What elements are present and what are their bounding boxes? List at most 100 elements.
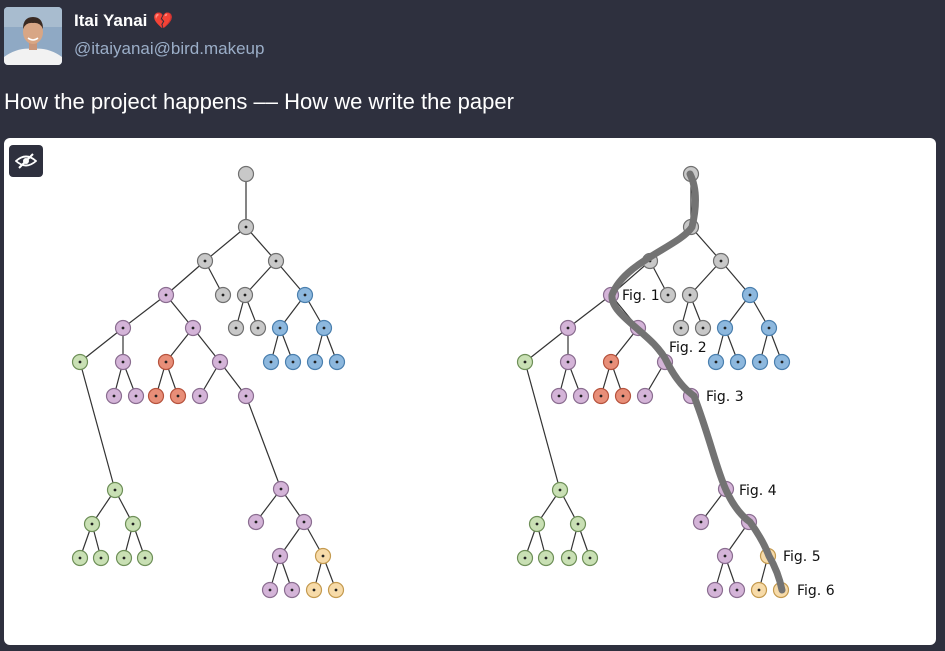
tree-node-dot bbox=[322, 326, 326, 330]
tree-node-dot bbox=[121, 326, 125, 330]
tree-node-dot bbox=[735, 588, 739, 592]
tree-node-dot bbox=[243, 293, 247, 297]
fig-label: Fig. 6 bbox=[797, 583, 835, 599]
tree-node-dot bbox=[218, 360, 222, 364]
tree-node-dot bbox=[535, 522, 539, 526]
tree-node-dot bbox=[736, 360, 740, 364]
tree-node-dot bbox=[78, 360, 82, 364]
tree-node-dot bbox=[701, 326, 705, 330]
fig-label: Fig. 1 bbox=[622, 288, 660, 304]
tree-node-dot bbox=[609, 360, 613, 364]
tree-node-dot bbox=[234, 326, 238, 330]
tree-node-dot bbox=[566, 326, 570, 330]
tree-node-dot bbox=[269, 360, 273, 364]
tree-node-dot bbox=[244, 225, 248, 229]
tree-node-dot bbox=[244, 394, 248, 398]
tree-node-dot bbox=[558, 488, 562, 492]
tree-node-dot bbox=[666, 293, 670, 297]
tree-node-dot bbox=[122, 556, 126, 560]
tree-node-dot bbox=[143, 556, 147, 560]
tree-node-dot bbox=[134, 394, 138, 398]
avatar[interactable] bbox=[4, 7, 62, 65]
project-tree-left bbox=[71, 165, 346, 599]
broken-heart-emoji: 💔 bbox=[153, 13, 174, 30]
tree-node-dot bbox=[113, 488, 117, 492]
tree-edge bbox=[567, 294, 612, 329]
tree-node-dot bbox=[723, 326, 727, 330]
tree-node-dot bbox=[291, 360, 295, 364]
tree-node-dot bbox=[523, 360, 527, 364]
tree-node-dot bbox=[748, 293, 752, 297]
tree-node-dot bbox=[780, 360, 784, 364]
tree-node-dot bbox=[198, 394, 202, 398]
tree-node-dot bbox=[203, 259, 207, 263]
tree-node-dot bbox=[90, 522, 94, 526]
tree-node-dot bbox=[191, 326, 195, 330]
tree-edge bbox=[122, 294, 167, 329]
post-text: How the project happens –– How we write … bbox=[4, 89, 514, 114]
tree-node-dot bbox=[758, 360, 762, 364]
paper-tree-right bbox=[516, 165, 791, 599]
tree-node-dot bbox=[278, 554, 282, 558]
tree-node bbox=[237, 165, 255, 183]
tree-node-dot bbox=[313, 360, 317, 364]
tree-node-dot bbox=[99, 556, 103, 560]
tree-node-dot bbox=[256, 326, 260, 330]
tree-node-dot bbox=[121, 360, 125, 364]
tree-node-dot bbox=[302, 520, 306, 524]
fig-label: Fig. 5 bbox=[783, 549, 821, 565]
tree-node-dot bbox=[312, 588, 316, 592]
tree-node-dot bbox=[268, 588, 272, 592]
figure-illustration: Fig. 1 Fig. 2 Fig. 3 Fig. 4 Fig. 5 Fig. 6 bbox=[71, 165, 835, 599]
tree-node-dot bbox=[112, 394, 116, 398]
tree-node-dot bbox=[567, 556, 571, 560]
tree-node-dot bbox=[723, 554, 727, 558]
tree-node-dot bbox=[714, 360, 718, 364]
hide-media-button[interactable] bbox=[9, 145, 43, 177]
tree-node-dot bbox=[303, 293, 307, 297]
tree-node-dot bbox=[154, 394, 158, 398]
tree-node-dot bbox=[335, 360, 339, 364]
tree-node-dot bbox=[713, 588, 717, 592]
tree-node-dot bbox=[131, 522, 135, 526]
tree-node-dot bbox=[557, 394, 561, 398]
tree-node-dot bbox=[566, 360, 570, 364]
tree-node-dot bbox=[699, 520, 703, 524]
tree-node-dot bbox=[576, 522, 580, 526]
tree-node-dot bbox=[579, 394, 583, 398]
tree-node-dot bbox=[78, 556, 82, 560]
tree-node-dot bbox=[274, 259, 278, 263]
tree-edge bbox=[524, 361, 561, 491]
tree-edge bbox=[245, 395, 282, 490]
tree-node-dot bbox=[767, 326, 771, 330]
display-name[interactable]: Itai Yanai 💔 bbox=[74, 11, 173, 31]
tree-node-dot bbox=[588, 556, 592, 560]
tree-node-dot bbox=[599, 394, 603, 398]
tree-node-dot bbox=[164, 360, 168, 364]
tree-node-dot bbox=[544, 556, 548, 560]
tree-node-dot bbox=[176, 394, 180, 398]
tree-node-dot bbox=[679, 326, 683, 330]
eye-slash-icon bbox=[15, 153, 37, 169]
tree-node-dot bbox=[290, 588, 294, 592]
tree-node-dot bbox=[621, 394, 625, 398]
fig-label: Fig. 2 bbox=[669, 340, 707, 356]
tree-node-dot bbox=[688, 293, 692, 297]
tree-edge bbox=[524, 327, 569, 363]
fig-label: Fig. 3 bbox=[706, 389, 744, 405]
tree-node-dot bbox=[221, 293, 225, 297]
tree-node-dot bbox=[254, 520, 258, 524]
tree-edge bbox=[79, 361, 116, 491]
tree-node-dot bbox=[523, 556, 527, 560]
fig-label: Fig. 4 bbox=[739, 483, 777, 499]
tree-node-dot bbox=[757, 588, 761, 592]
tree-node-dot bbox=[643, 394, 647, 398]
tree-node-dot bbox=[719, 259, 723, 263]
media-image[interactable]: Fig. 1 Fig. 2 Fig. 3 Fig. 4 Fig. 5 Fig. 6 bbox=[4, 138, 936, 645]
tree-edge bbox=[79, 327, 124, 363]
tree-node-dot bbox=[334, 588, 338, 592]
tree-node-dot bbox=[164, 293, 168, 297]
tree-node-dot bbox=[279, 487, 283, 491]
account-handle[interactable]: @itaiyanai@bird.makeup bbox=[74, 39, 264, 59]
tree-node-dot bbox=[321, 554, 325, 558]
